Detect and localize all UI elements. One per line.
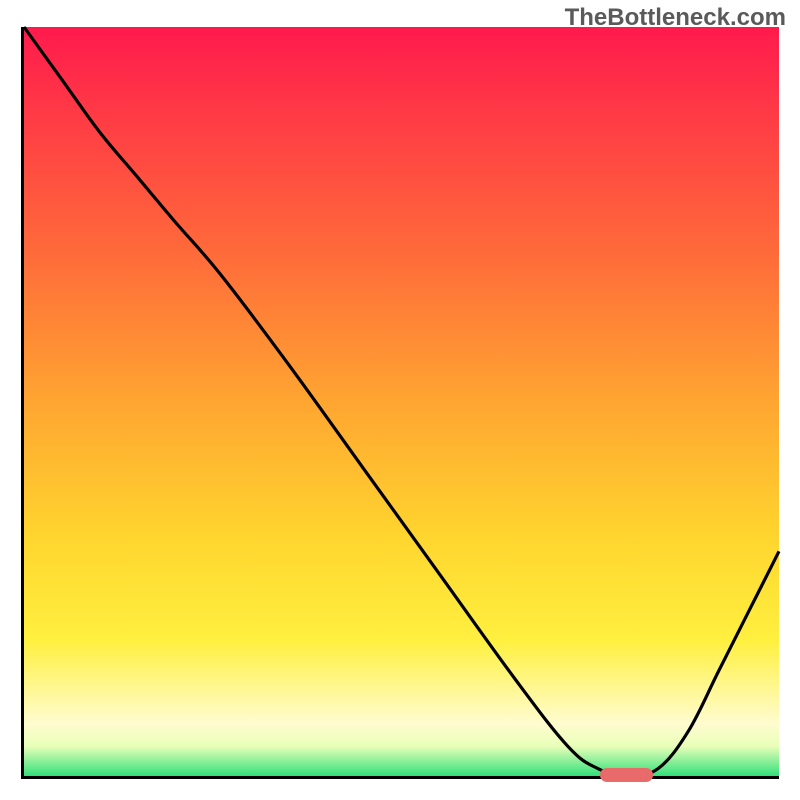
curve-path [24, 27, 779, 776]
chart-container: TheBottleneck.com [0, 0, 800, 800]
line-series [24, 27, 779, 776]
watermark-text: TheBottleneck.com [565, 4, 786, 32]
optimum-marker [600, 768, 653, 782]
plot-area [21, 27, 779, 779]
